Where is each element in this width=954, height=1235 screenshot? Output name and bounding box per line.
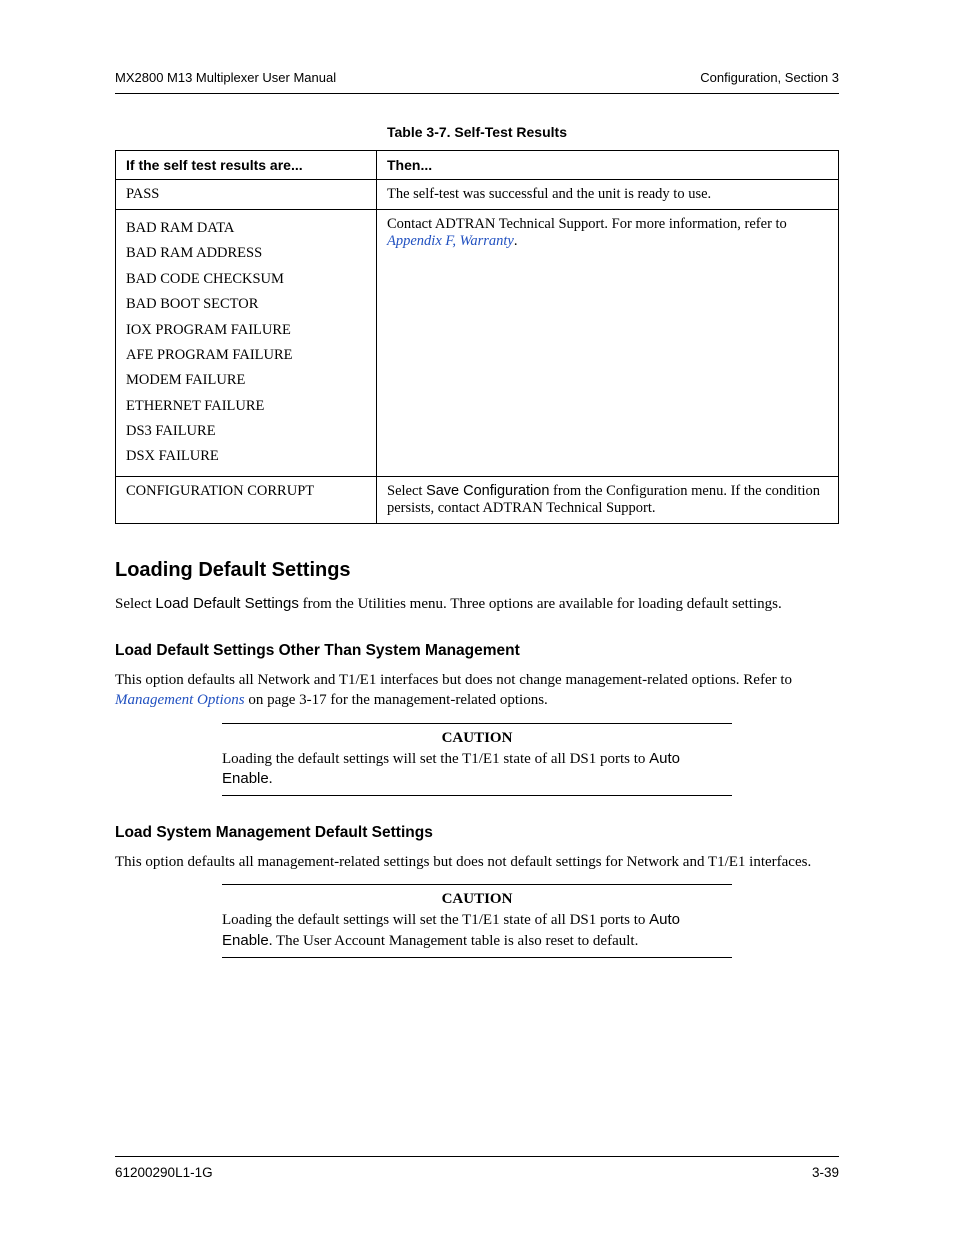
text: Loading the default settings will set th…: [222, 751, 649, 767]
table-header-row: If the self test results are... Then...: [116, 151, 839, 180]
table-row-errors: BAD RAM DATA BAD RAM ADDRESS BAD CODE CH…: [116, 210, 839, 477]
error-item: IOX PROGRAM FAILURE: [126, 318, 366, 343]
self-test-results-table: If the self test results are... Then... …: [115, 150, 839, 524]
management-options-link[interactable]: Management Options: [115, 692, 245, 708]
paragraph-loading-default: Select Load Default Settings from the Ut…: [115, 594, 839, 614]
page-header: MX2800 M13 Multiplexer User Manual Confi…: [115, 70, 839, 85]
table-header-condition: If the self test results are...: [116, 151, 377, 180]
table-header-then: Then...: [377, 151, 839, 180]
cell-errors-condition: BAD RAM DATA BAD RAM ADDRESS BAD CODE CH…: [116, 210, 377, 477]
error-item: BAD CODE CHECKSUM: [126, 267, 366, 292]
load-default-settings-label: Load Default Settings: [155, 595, 298, 612]
page-footer: 61200290L1-1G 3-39: [115, 1156, 839, 1180]
header-rule: [115, 93, 839, 94]
error-item: ETHERNET FAILURE: [126, 394, 366, 419]
caution-title: CAUTION: [222, 730, 732, 747]
appendix-warranty-link[interactable]: Appendix F, Warranty: [387, 233, 514, 249]
text: Select: [115, 596, 155, 612]
paragraph-other-than-sysmgmt: This option defaults all Network and T1/…: [115, 670, 839, 711]
footer-rule: [115, 1156, 839, 1157]
errors-then-after: .: [514, 233, 518, 249]
error-item: BAD RAM DATA: [126, 216, 366, 241]
text: This option defaults all Network and T1/…: [115, 672, 792, 688]
cell-corrupt-condition: CONFIGURATION CORRUPT: [116, 476, 377, 523]
error-item: BAD RAM ADDRESS: [126, 241, 366, 266]
error-item: DSX FAILURE: [126, 444, 366, 469]
table-row-corrupt: CONFIGURATION CORRUPT Select Save Config…: [116, 476, 839, 523]
error-list: BAD RAM DATA BAD RAM ADDRESS BAD CODE CH…: [126, 216, 366, 470]
caution-box-2: CAUTION Loading the default settings wil…: [222, 884, 732, 958]
error-item: MODEM FAILURE: [126, 368, 366, 393]
text: . The User Account Management table is a…: [269, 933, 639, 949]
footer-left: 61200290L1-1G: [115, 1165, 213, 1180]
page: MX2800 M13 Multiplexer User Manual Confi…: [0, 0, 954, 1235]
paragraph-sysmgmt-default: This option defaults all management-rela…: [115, 852, 839, 872]
cell-pass-then: The self-test was successful and the uni…: [377, 180, 839, 210]
header-right: Configuration, Section 3: [700, 70, 839, 85]
table-row-pass: PASS The self-test was successful and th…: [116, 180, 839, 210]
cell-corrupt-then: Select Save Configuration from the Confi…: [377, 476, 839, 523]
errors-then-text: Contact ADTRAN Technical Support. For mo…: [387, 216, 787, 232]
heading-sysmgmt-default: Load System Management Default Settings: [115, 824, 839, 842]
text: on page 3-17 for the management-related …: [245, 692, 548, 708]
heading-loading-default-settings: Loading Default Settings: [115, 559, 839, 582]
text: from the Utilities menu. Three options a…: [299, 596, 782, 612]
corrupt-then-before: Select: [387, 483, 426, 499]
caution-box-1: CAUTION Loading the default settings wil…: [222, 723, 732, 797]
error-item: AFE PROGRAM FAILURE: [126, 343, 366, 368]
table-caption: Table 3-7. Self-Test Results: [115, 124, 839, 140]
cell-errors-then: Contact ADTRAN Technical Support. For mo…: [377, 210, 839, 477]
footer-right: 3-39: [812, 1165, 839, 1180]
text: Loading the default settings will set th…: [222, 912, 649, 928]
save-config-label: Save Configuration: [426, 483, 549, 499]
header-left: MX2800 M13 Multiplexer User Manual: [115, 70, 336, 85]
cell-pass-condition: PASS: [116, 180, 377, 210]
text: .: [269, 771, 273, 787]
error-item: DS3 FAILURE: [126, 419, 366, 444]
heading-other-than-sysmgmt: Load Default Settings Other Than System …: [115, 642, 839, 660]
error-item: BAD BOOT SECTOR: [126, 292, 366, 317]
caution-text: Loading the default settings will set th…: [222, 910, 732, 951]
caution-title: CAUTION: [222, 891, 732, 908]
caution-text: Loading the default settings will set th…: [222, 749, 732, 790]
